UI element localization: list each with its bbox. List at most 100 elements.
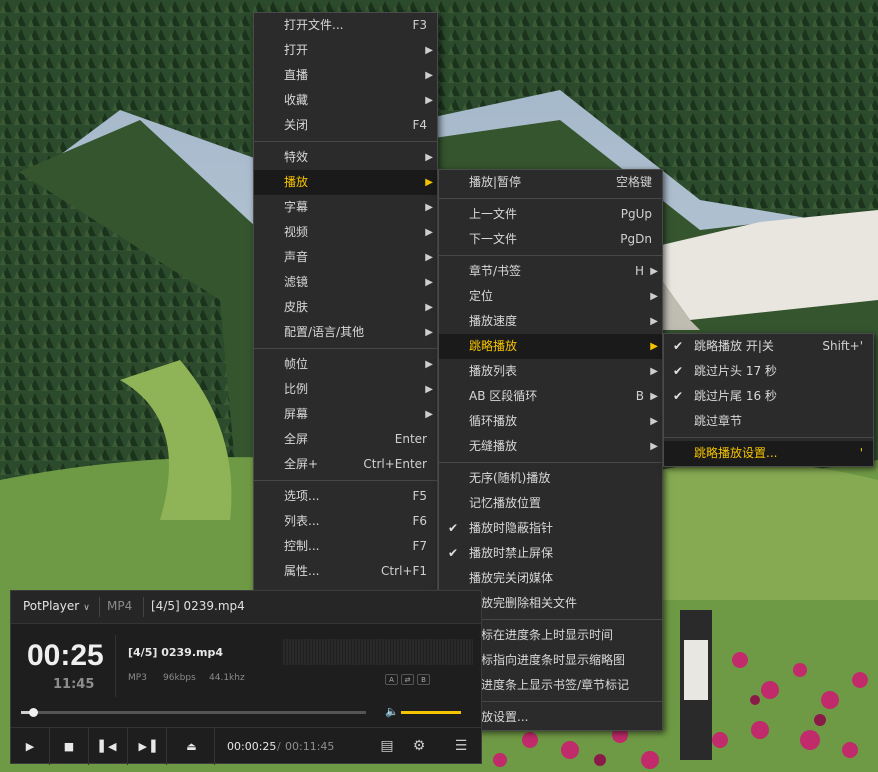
play-menu-item[interactable]: 播放|暂停 空格键 [439, 170, 662, 195]
main-menu-item[interactable]: 收藏 ▶ [254, 88, 437, 113]
repeat-icon[interactable]: ⇄ [401, 674, 414, 685]
play-menu-item[interactable]: ✔ 播放时禁止屏保 [439, 541, 662, 566]
main-menu-item[interactable]: 字幕 ▶ [254, 195, 437, 220]
gear-icon[interactable]: ⚙ [409, 736, 429, 756]
menu-item-label: 声音 [284, 250, 309, 264]
main-menu-item[interactable]: 屏幕 ▶ [254, 402, 437, 427]
play-menu-item[interactable]: ✔ 播放时隐蔽指针 [439, 516, 662, 541]
submenu-arrow-icon: ▶ [425, 45, 433, 56]
submenu-arrow-icon: ▶ [650, 416, 658, 427]
play-menu-item[interactable]: 播放速度 ▶ [439, 309, 662, 334]
play-menu-item[interactable]: 下一文件 PgDn [439, 227, 662, 252]
main-menu-item[interactable]: 控制... F7 [254, 534, 437, 559]
eject-button[interactable]: ⏏ [169, 728, 215, 765]
submenu-arrow-icon: ▶ [650, 441, 658, 452]
submenu-arrow-icon: ▶ [425, 202, 433, 213]
menu-item-label: 在进度条上显示书签/章节标记 [469, 678, 630, 692]
brand-menu-button[interactable]: PotPlayer ∨ [23, 599, 90, 613]
main-menu-item[interactable]: 滤镜 ▶ [254, 270, 437, 295]
checkmark-icon: ✔ [673, 364, 684, 378]
play-menu-item[interactable]: 播放列表 ▶ [439, 359, 662, 384]
skip-menu-item[interactable]: 跳过章节 [664, 409, 873, 434]
main-menu-item[interactable]: 属性... Ctrl+F1 [254, 559, 437, 584]
main-menu-item[interactable]: 比例 ▶ [254, 377, 437, 402]
play-menu-item[interactable]: AB 区段循环 B ▶ [439, 384, 662, 409]
menu-item-label: 播放完删除相关文件 [469, 596, 578, 610]
menu-item-label: 下一文件 [469, 232, 518, 246]
main-menu-item[interactable]: 声音 ▶ [254, 245, 437, 270]
volume-slider[interactable] [401, 711, 461, 714]
menu-item-label: 关闭 [284, 118, 309, 132]
skip-menu-item[interactable]: 跳略播放设置... ' [664, 441, 873, 466]
main-menu-item[interactable]: 帧位 ▶ [254, 352, 437, 377]
main-menu-item[interactable]: 直播 ▶ [254, 63, 437, 88]
volume-icon[interactable]: 🔈 [385, 705, 399, 718]
main-menu-item[interactable]: 全屏+ Ctrl+Enter [254, 452, 437, 477]
main-menu-item[interactable]: 关闭 F4 [254, 113, 437, 138]
main-menu-item[interactable]: 打开文件... F3 [254, 13, 437, 38]
submenu-arrow-icon: ▶ [650, 266, 658, 277]
checkmark-icon: ✔ [448, 546, 459, 560]
player-tabbar: PotPlayer ∨ MP4 [4/5] 0239.mp4 [11, 591, 481, 624]
menu-item-label: 皮肤 [284, 300, 309, 314]
menu-item-label: 播放|暂停 [469, 175, 522, 189]
main-menu-item[interactable]: 全屏 Enter [254, 427, 437, 452]
menu-item-shortcut: F7 [412, 539, 427, 553]
menu-item-label: 收藏 [284, 93, 309, 107]
menu-separator [664, 437, 873, 438]
menu-item-label: 打开 [284, 43, 309, 57]
main-menu-item[interactable]: 选项... F5 [254, 484, 437, 509]
play-menu-item[interactable]: 记忆播放位置 [439, 491, 662, 516]
file-tab[interactable]: [4/5] 0239.mp4 [151, 599, 245, 613]
submenu-arrow-icon: ▶ [425, 252, 433, 263]
divider [115, 635, 116, 697]
skip-menu-item[interactable]: ✔ 跳过片头 17 秒 [664, 359, 873, 384]
previous-button[interactable]: ▌◀ [89, 728, 128, 765]
seek-handle[interactable] [29, 708, 39, 717]
ab-a-button[interactable]: A [385, 674, 398, 685]
menu-item-label: 播放列表 [469, 364, 518, 378]
play-menu-item[interactable]: 章节/书签 H ▶ [439, 259, 662, 284]
play-menu-item[interactable]: 跳略播放 ▶ [439, 334, 662, 359]
ab-b-button[interactable]: B [417, 674, 430, 685]
menu-item-label: AB 区段循环 [469, 389, 538, 403]
play-menu-item[interactable]: 定位 ▶ [439, 284, 662, 309]
main-menu-item[interactable]: 特效 ▶ [254, 145, 437, 170]
play-menu-item[interactable]: 无缝播放 ▶ [439, 434, 662, 459]
stop-button[interactable]: ■ [50, 728, 89, 765]
menu-item-label: 跳略播放 [469, 339, 518, 353]
skip-menu-item[interactable]: ✔ 跳过片尾 16 秒 [664, 384, 873, 409]
sample-rate: 44.1khz [209, 673, 245, 683]
play-menu-item[interactable]: 播放完关闭媒体 [439, 566, 662, 591]
playlist-icon[interactable]: ▤ [377, 736, 397, 756]
submenu-arrow-icon: ▶ [425, 177, 433, 188]
play-menu-item[interactable]: 无序(随机)播放 [439, 466, 662, 491]
main-menu-item[interactable]: 播放 ▶ [254, 170, 437, 195]
menu-item-label: 无缝播放 [469, 439, 518, 453]
main-menu-item[interactable]: 配置/语言/其他 ▶ [254, 320, 437, 345]
checkmark-icon: ✔ [448, 521, 459, 535]
menu-item-label: 屏幕 [284, 407, 309, 421]
main-menu-item[interactable]: 皮肤 ▶ [254, 295, 437, 320]
next-button[interactable]: ▶▐ [128, 728, 167, 765]
menu-separator [439, 198, 662, 199]
menu-item-shortcut: F6 [412, 514, 427, 528]
seek-bar[interactable] [21, 708, 366, 717]
submenu-arrow-icon: ▶ [425, 302, 433, 313]
menu-item-label: 上一文件 [469, 207, 518, 221]
control-bar: ▶ ■ ▌◀ ▶▐ ⏏ 00:00:25 / 00:11:45 ▤ ⚙ ☰ [11, 727, 481, 765]
play-button[interactable]: ▶ [11, 728, 50, 765]
play-menu-item[interactable]: 上一文件 PgUp [439, 202, 662, 227]
submenu-skip-play: ✔ 跳略播放 开|关 Shift+' ✔ 跳过片头 17 秒 ✔ 跳过片尾 16 秒跳过章节… [663, 333, 874, 467]
menu-icon[interactable]: ☰ [451, 736, 471, 756]
play-menu-item[interactable]: 循环播放 ▶ [439, 409, 662, 434]
main-menu-item[interactable]: 打开 ▶ [254, 38, 437, 63]
main-menu-item[interactable]: 视频 ▶ [254, 220, 437, 245]
menu-item-label: 跳略播放设置... [694, 446, 778, 460]
main-menu-item[interactable]: 列表... F6 [254, 509, 437, 534]
spectrum-visualizer [283, 639, 473, 665]
menu-item-label: 定位 [469, 289, 494, 303]
menu-item-label: 鼠标在进度条上时显示时间 [469, 628, 614, 642]
menu-item-shortcut: F5 [412, 489, 427, 503]
skip-menu-item[interactable]: ✔ 跳略播放 开|关 Shift+' [664, 334, 873, 359]
